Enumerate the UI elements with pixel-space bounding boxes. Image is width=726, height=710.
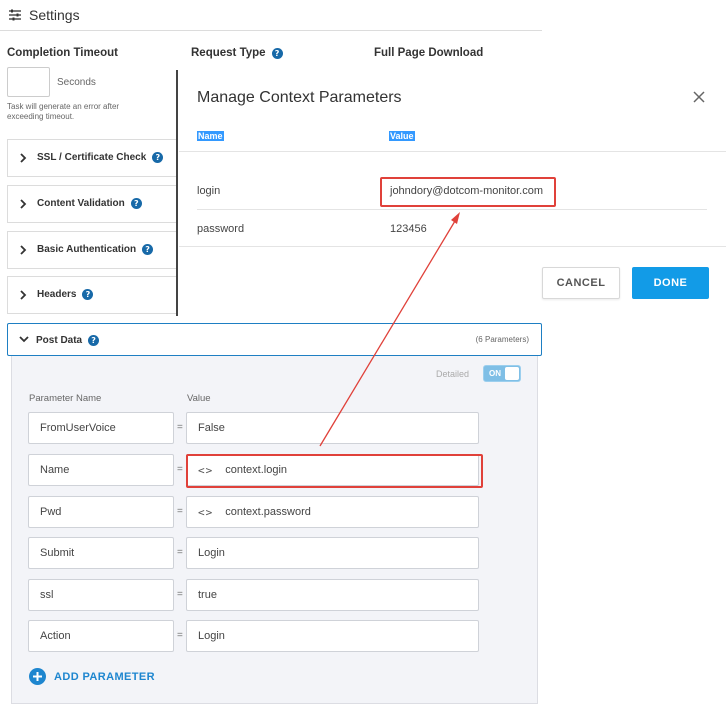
section-label: Headers xyxy=(37,289,77,300)
equals-sign: = xyxy=(177,464,183,475)
parameter-value-text: true xyxy=(198,589,217,601)
parameter-value-text: False xyxy=(198,422,225,434)
context-param-value[interactable]: 123456 xyxy=(390,223,427,235)
parameter-count: (6 Parameters) xyxy=(475,335,529,344)
close-icon[interactable] xyxy=(692,90,706,104)
section-content-validation[interactable]: Content Validation? xyxy=(7,185,177,223)
done-button[interactable]: DONE xyxy=(632,267,709,299)
parameter-value-text: Login xyxy=(198,630,225,642)
equals-sign: = xyxy=(177,422,183,433)
seconds-label: Seconds xyxy=(57,77,96,88)
section-label: SSL / Certificate Check xyxy=(37,152,147,163)
section-headers[interactable]: Headers? xyxy=(7,276,177,314)
cancel-button[interactable]: CANCEL xyxy=(542,267,620,299)
equals-sign: = xyxy=(177,506,183,517)
parameter-name-input[interactable]: FromUserVoice xyxy=(28,412,174,444)
column-header-value: Value xyxy=(187,393,211,404)
help-icon[interactable]: ? xyxy=(271,48,283,59)
equals-sign: = xyxy=(177,630,183,641)
help-icon[interactable]: ? xyxy=(88,335,100,346)
parameter-value-input[interactable]: <> context.password xyxy=(186,496,479,528)
add-parameter-label: ADD PARAMETER xyxy=(54,670,155,683)
context-param-name: login xyxy=(197,185,221,197)
parameter-name-input[interactable]: Pwd xyxy=(28,496,174,528)
equals-sign: = xyxy=(177,589,183,600)
help-icon[interactable]: ? xyxy=(142,244,154,255)
settings-sliders-icon xyxy=(9,9,21,21)
dialog-left-border xyxy=(176,70,178,316)
parameter-value-input[interactable]: Login xyxy=(186,620,479,652)
parameter-value-text: Login xyxy=(198,547,225,559)
completion-timeout-label: Completion Timeout xyxy=(7,47,118,59)
section-label: Basic Authentication xyxy=(37,244,137,255)
help-icon[interactable]: ? xyxy=(152,152,164,163)
request-type-label: Request Type? xyxy=(191,47,283,59)
dialog-title: Manage Context Parameters xyxy=(197,89,402,106)
parameter-value-text: context.password xyxy=(225,506,311,518)
highlight-box xyxy=(186,454,483,488)
detailed-toggle[interactable]: ON xyxy=(483,365,521,382)
timeout-note: Task will generate an error after exceed… xyxy=(7,102,120,121)
parameter-name-input[interactable]: ssl xyxy=(28,579,174,611)
column-header-parameter-name: Parameter Name xyxy=(29,393,102,404)
section-basic-authentication[interactable]: Basic Authentication? xyxy=(7,231,177,269)
help-icon[interactable]: ? xyxy=(82,289,94,300)
settings-title: Settings xyxy=(29,7,80,23)
divider xyxy=(179,246,726,247)
section-label: Post Data xyxy=(36,335,83,346)
parameter-name-input[interactable]: Action xyxy=(28,620,174,652)
help-icon[interactable]: ? xyxy=(130,198,142,209)
section-ssl-certificate-check[interactable]: SSL / Certificate Check? xyxy=(7,139,177,177)
toggle-knob xyxy=(505,367,519,380)
chevron-right-icon xyxy=(20,290,27,300)
section-post-data[interactable]: Post Data? (6 Parameters) xyxy=(7,323,542,356)
chevron-right-icon xyxy=(20,153,27,163)
settings-header: Settings xyxy=(0,0,542,31)
column-header-value: Value xyxy=(389,131,415,141)
toggle-label: ON xyxy=(489,369,501,378)
plus-circle-icon xyxy=(29,668,46,685)
highlight-box xyxy=(380,177,556,207)
divider xyxy=(179,151,726,152)
parameter-value-input[interactable]: Login xyxy=(186,537,479,569)
detailed-label: Detailed xyxy=(436,369,470,379)
chevron-right-icon xyxy=(20,245,27,255)
parameter-name-input[interactable]: Submit xyxy=(28,537,174,569)
divider xyxy=(197,209,707,210)
equals-sign: = xyxy=(177,547,183,558)
context-param-name: password xyxy=(197,223,245,235)
parameter-name-input[interactable]: Name xyxy=(28,454,174,486)
full-page-download-label: Full Page Download xyxy=(374,47,484,59)
add-parameter-button[interactable]: ADD PARAMETER xyxy=(29,668,155,685)
parameter-value-input[interactable]: False xyxy=(186,412,479,444)
chevron-down-icon xyxy=(19,336,29,343)
chevron-right-icon xyxy=(20,199,27,209)
completion-timeout-input[interactable] xyxy=(7,67,50,97)
column-header-name: Name xyxy=(197,131,224,141)
parameter-value-input[interactable]: true xyxy=(186,579,479,611)
section-label: Content Validation xyxy=(37,198,125,209)
code-brackets-icon: <> xyxy=(198,505,214,519)
